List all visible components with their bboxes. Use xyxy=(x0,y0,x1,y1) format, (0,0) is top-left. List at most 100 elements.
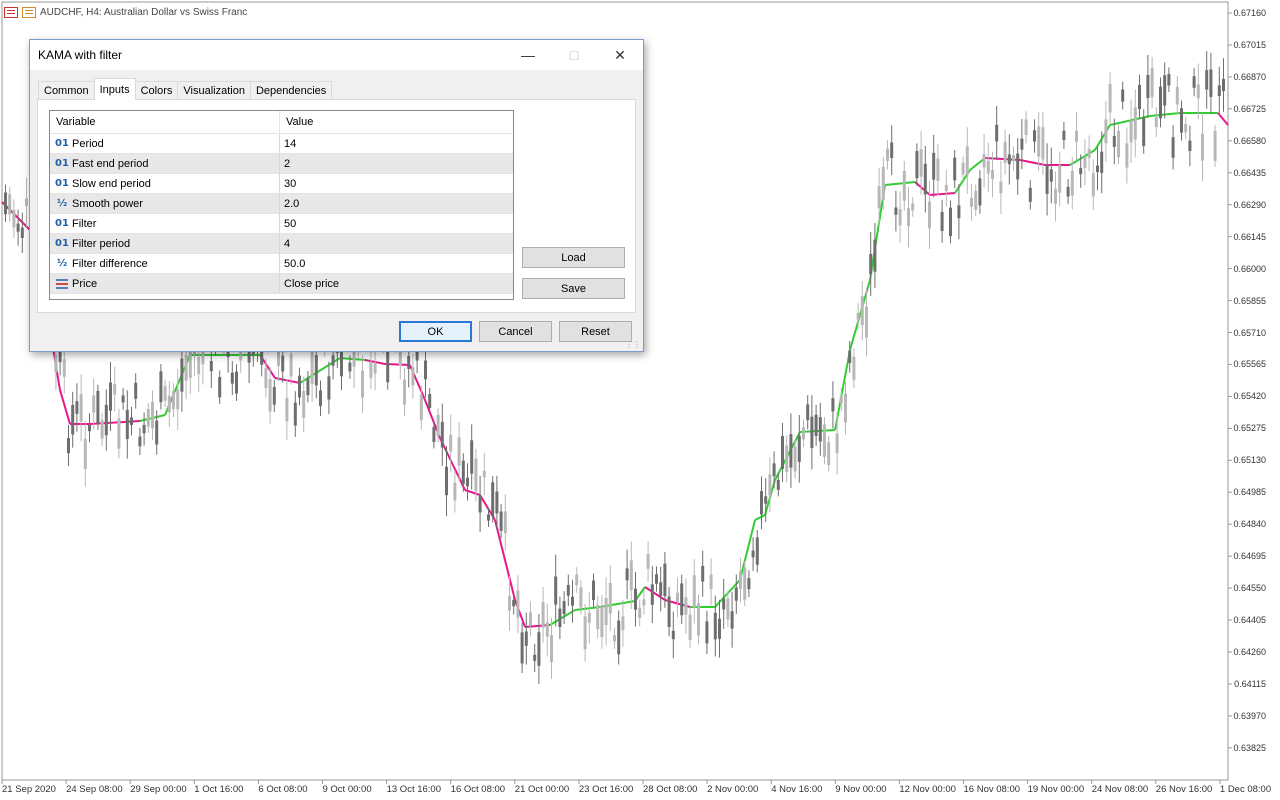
grid-rows: 01 Period 14 01 Fast end period 2 01 Slow end p… xyxy=(50,134,513,294)
price-tick-label: 0.64985 xyxy=(1233,487,1266,498)
candle-body xyxy=(403,379,406,405)
candle-body xyxy=(978,178,982,206)
candle-body xyxy=(268,378,272,412)
chart-menu-icon[interactable] xyxy=(4,7,18,18)
tab-common[interactable]: Common xyxy=(38,81,95,100)
candle-body xyxy=(184,354,188,381)
input-value-cell[interactable]: 30 xyxy=(280,174,513,193)
candle-body xyxy=(146,409,150,427)
date-tick-label: 9 Nov 00:00 xyxy=(835,784,887,795)
candle-body xyxy=(650,584,654,605)
close-icon[interactable]: ✕ xyxy=(597,40,643,70)
candle-body xyxy=(638,607,642,619)
candle-body xyxy=(503,511,507,534)
candle-body xyxy=(793,446,797,472)
candle-body xyxy=(62,359,66,377)
date-tick-label: 2 Nov 00:00 xyxy=(707,784,759,795)
candle-body xyxy=(155,420,159,445)
candle-body xyxy=(495,491,499,514)
reset-button[interactable]: Reset xyxy=(559,321,632,342)
candle-body xyxy=(1217,85,1221,97)
date-tick-label: 28 Oct 08:00 xyxy=(643,784,698,795)
candle-body xyxy=(810,416,814,449)
input-row[interactable]: 01 Fast end period 2 xyxy=(50,154,513,174)
integer-type-icon: 01 xyxy=(55,178,69,189)
candle-body xyxy=(617,620,621,655)
input-value-cell[interactable]: 2.0 xyxy=(280,194,513,213)
candle-body xyxy=(835,433,839,454)
candle-body xyxy=(125,409,129,440)
indicator-line-segment xyxy=(754,514,766,521)
symbol-title: AUDCHF, H4: Australian Dollar vs Swiss F… xyxy=(40,7,248,18)
price-tick-label: 0.64260 xyxy=(1233,647,1266,657)
candle-body xyxy=(1159,86,1162,119)
candle-body xyxy=(545,622,549,637)
input-value-cell[interactable]: 2 xyxy=(280,154,513,173)
load-button[interactable]: Load xyxy=(522,247,625,268)
price-tick-label: 0.65855 xyxy=(1233,295,1266,306)
column-variable[interactable]: Variable xyxy=(50,111,280,133)
candle-body xyxy=(75,401,79,414)
candle-body xyxy=(907,208,910,227)
candle-body xyxy=(1117,130,1120,158)
candle-body xyxy=(986,160,990,174)
tab-dependencies[interactable]: Dependencies xyxy=(249,81,333,100)
input-row[interactable]: 01 Period 14 xyxy=(50,134,513,154)
candle-body xyxy=(865,306,868,338)
candle-body xyxy=(424,360,427,380)
minimize-icon[interactable]: — xyxy=(505,40,551,70)
date-tick-label: 23 Oct 16:00 xyxy=(578,784,634,795)
input-row[interactable]: 01 Filter period 4 xyxy=(50,234,513,254)
input-value-cell[interactable]: 50.0 xyxy=(280,254,513,273)
candle-body xyxy=(940,211,944,231)
candle-body xyxy=(671,630,675,640)
input-row[interactable]: ½ Smooth power 2.0 xyxy=(50,194,513,214)
candle-body xyxy=(844,393,847,423)
input-row[interactable]: 01 Slow end period 30 xyxy=(50,174,513,194)
date-tick-label: 1 Dec 08:00 xyxy=(1219,784,1272,795)
cancel-button[interactable]: Cancel xyxy=(479,321,552,342)
candle-body xyxy=(852,356,856,380)
date-tick-label: 24 Nov 08:00 xyxy=(1091,784,1149,795)
input-value-cell[interactable]: 14 xyxy=(280,134,513,153)
input-variable-cell: ½ Filter difference xyxy=(50,254,280,273)
candle-body xyxy=(113,384,117,395)
resize-grip-icon[interactable]: ⋮⋮ xyxy=(625,340,641,349)
tab-colors[interactable]: Colors xyxy=(134,81,179,100)
ok-button[interactable]: OK xyxy=(399,321,472,342)
price-tick-label: 0.65710 xyxy=(1233,327,1266,338)
candle-body xyxy=(1209,69,1213,97)
candle-body xyxy=(995,124,999,142)
save-button[interactable]: Save xyxy=(522,278,625,299)
chart-properties-icon[interactable] xyxy=(22,7,36,18)
date-tick-label: 16 Nov 08:00 xyxy=(963,784,1021,795)
dialog-titlebar[interactable]: KAMA with filter — □ ✕ xyxy=(30,40,643,70)
candle-body xyxy=(533,654,537,661)
candle-body xyxy=(151,401,154,429)
candle-body xyxy=(1112,136,1116,147)
maximize-icon: □ xyxy=(569,47,579,63)
candle-body xyxy=(751,550,755,558)
candle-body xyxy=(12,209,16,228)
input-value-cell[interactable]: Close price xyxy=(280,274,513,293)
input-row[interactable]: Price Close price xyxy=(50,274,513,294)
price-tick-label: 0.66290 xyxy=(1233,199,1266,210)
candle-body xyxy=(54,354,58,373)
integer-type-icon: 01 xyxy=(55,158,69,169)
candle-body xyxy=(1096,165,1099,173)
candle-body xyxy=(932,152,936,180)
tab-visualization[interactable]: Visualization xyxy=(177,81,251,100)
double-type-icon: ½ xyxy=(56,258,68,269)
input-row[interactable]: ½ Filter difference 50.0 xyxy=(50,254,513,274)
candle-body xyxy=(722,598,726,610)
chart-header: AUDCHF, H4: Australian Dollar vs Swiss F… xyxy=(4,7,247,18)
input-row[interactable]: 01 Filter 50 xyxy=(50,214,513,234)
input-variable-label: Period xyxy=(72,137,104,150)
column-value[interactable]: Value xyxy=(280,111,513,133)
candle-body xyxy=(562,601,566,615)
date-tick-label: 16 Oct 08:00 xyxy=(450,784,506,795)
input-value-cell[interactable]: 4 xyxy=(280,234,513,253)
candle-body xyxy=(491,482,495,517)
input-value-cell[interactable]: 50 xyxy=(280,214,513,233)
tab-inputs[interactable]: Inputs xyxy=(93,78,136,100)
